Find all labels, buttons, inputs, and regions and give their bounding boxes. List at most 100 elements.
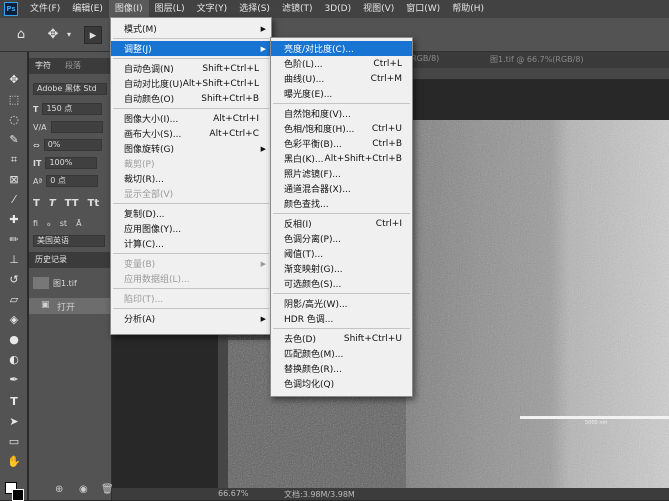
frame-tool-icon[interactable]: ⊠ — [5, 172, 23, 188]
shape-tool-icon[interactable]: ▭ — [5, 434, 23, 450]
all-caps-icon[interactable]: TT — [65, 198, 79, 209]
quick-select-tool-icon[interactable]: ✎ — [5, 132, 23, 148]
document-image[interactable] — [406, 120, 669, 488]
menu-item[interactable]: 渐变映射(G)... — [271, 261, 412, 276]
menu-item[interactable]: 自动颜色(O) Shift+Ctrl+B — [111, 91, 271, 106]
history-brush-icon[interactable]: ↺ — [5, 272, 23, 288]
menu-item[interactable]: 图像大小(I)... Alt+Ctrl+I — [111, 111, 271, 126]
menu-9[interactable]: 窗口(W) — [400, 0, 446, 18]
baseline-field[interactable]: 0 点 — [46, 175, 99, 187]
history-step-open[interactable]: ▣ 打开 — [29, 298, 112, 314]
menu-item[interactable]: 画布大小(S)... Alt+Ctrl+C — [111, 126, 271, 141]
kerning-field[interactable] — [50, 121, 103, 133]
history-snapshot-row[interactable]: 图1.tif — [33, 276, 77, 290]
move-tool-icon[interactable]: ✥ — [5, 72, 23, 88]
menu-item[interactable]: 自动对比度(U) Alt+Shift+Ctrl+L — [111, 76, 271, 91]
menu-item[interactable]: 模式(M) ▶ — [111, 21, 271, 36]
menu-item[interactable]: 通道混合器(X)... — [271, 181, 412, 196]
tab-character[interactable]: 字符 — [35, 60, 51, 71]
lasso-tool-icon[interactable]: ◌ — [5, 112, 23, 128]
ligature-icon[interactable]: fi — [33, 219, 38, 228]
menu-item[interactable]: 自然饱和度(V)... — [271, 106, 412, 121]
menu-1[interactable]: 编辑(E) — [66, 0, 109, 18]
menu-item[interactable]: 曝光度(E)... — [271, 86, 412, 101]
document-tab-2[interactable]: 图1.tif @ 66.7%(RGB/8) — [490, 54, 584, 65]
stylistic-icon[interactable]: st — [60, 219, 67, 228]
home-icon[interactable]: ⌂ — [12, 26, 30, 44]
menu-4[interactable]: 文字(Y) — [191, 0, 234, 18]
menu-separator — [273, 328, 410, 329]
menu-item[interactable]: 曲线(U)... Ctrl+M — [271, 71, 412, 86]
type-tool-icon[interactable]: T — [5, 394, 23, 410]
swash-icon[interactable]: ℴ — [47, 219, 51, 228]
menu-item[interactable]: 色阶(L)... Ctrl+L — [271, 56, 412, 71]
blur-tool-icon[interactable]: ● — [5, 332, 23, 348]
path-select-icon[interactable]: ➤ — [5, 414, 23, 430]
faux-italic-icon[interactable]: T — [49, 198, 56, 209]
hand-tool-icon[interactable]: ✋ — [5, 454, 23, 470]
auto-select-icon[interactable]: ▸ — [84, 26, 102, 44]
menu-2[interactable]: 图像(I) — [108, 0, 149, 18]
menu-10[interactable]: 帮助(H) — [446, 0, 490, 18]
menu-item[interactable]: 复制(D)... — [111, 206, 271, 221]
bucket-tool-icon[interactable]: ◈ — [5, 312, 23, 328]
vertical-scale-field[interactable]: 100% — [45, 157, 98, 169]
menu-item[interactable]: 黑白(K)... Alt+Shift+Ctrl+B — [271, 151, 412, 166]
menu-item[interactable]: 裁切(R)... — [111, 171, 271, 186]
menu-item[interactable]: 阈值(T)... — [271, 246, 412, 261]
menu-7[interactable]: 3D(D) — [318, 0, 357, 18]
new-snapshot-icon[interactable]: ⊕ — [55, 484, 63, 495]
menu-item[interactable]: 去色(D) Shift+Ctrl+U — [271, 331, 412, 346]
menu-item[interactable]: 阴影/高光(W)... — [271, 296, 412, 311]
font-size-field[interactable]: 150 点 — [42, 103, 103, 115]
menu-item-label: 亮度/对比度(C)... — [284, 45, 354, 55]
menu-item[interactable]: 应用图像(Y)... — [111, 221, 271, 236]
menu-5[interactable]: 选择(S) — [233, 0, 276, 18]
tracking-field[interactable]: 0% — [43, 139, 102, 151]
eyedropper-tool-icon[interactable]: ⁄ — [5, 192, 23, 208]
ordinal-icon[interactable]: Ā — [76, 219, 81, 228]
menu-item[interactable]: 替换颜色(R)... — [271, 361, 412, 376]
background-color-swatch[interactable] — [12, 489, 24, 501]
dodge-tool-icon[interactable]: ◐ — [5, 352, 23, 368]
healing-brush-icon[interactable]: ✚ — [5, 212, 23, 228]
menu-item[interactable]: 图像旋转(G) ▶ — [111, 141, 271, 156]
menu-item[interactable]: 亮度/对比度(C)... — [271, 41, 412, 56]
marquee-tool-icon[interactable]: ⬚ — [5, 92, 23, 108]
pen-tool-icon[interactable]: ✒ — [5, 372, 23, 388]
menu-item[interactable]: 计算(C)... — [111, 236, 271, 251]
font-family-field[interactable]: Adobe 黑体 Std — [33, 83, 107, 95]
menu-item[interactable]: HDR 色调... — [271, 311, 412, 326]
language-field[interactable]: 美国英语 — [33, 235, 105, 247]
menu-item[interactable]: 调整(J) ▶ — [111, 41, 271, 56]
menu-6[interactable]: 滤镜(T) — [276, 0, 319, 18]
menu-item[interactable]: 反相(I) Ctrl+I — [271, 216, 412, 231]
menu-item[interactable]: 色彩平衡(B)... Ctrl+B — [271, 136, 412, 151]
faux-bold-icon[interactable]: T — [33, 198, 40, 209]
menu-item[interactable]: 可选颜色(S)... — [271, 276, 412, 291]
menu-0[interactable]: 文件(F) — [24, 0, 66, 18]
menu-item[interactable]: 颜色查找... — [271, 196, 412, 211]
camera-icon[interactable]: ◉ — [79, 484, 88, 495]
menu-item-label: 图像大小(I)... — [124, 115, 179, 125]
eraser-tool-icon[interactable]: ▱ — [5, 292, 23, 308]
crop-tool-icon[interactable]: ⌗ — [5, 152, 23, 168]
menu-8[interactable]: 视图(V) — [357, 0, 400, 18]
menu-item[interactable]: 色调分离(P)... — [271, 231, 412, 246]
stamp-tool-icon[interactable]: ⊥ — [5, 252, 23, 268]
menu-item[interactable]: 色调均化(Q) — [271, 376, 412, 391]
chevron-down-icon[interactable]: ▾ — [60, 26, 78, 44]
zoom-level[interactable]: 66.67% — [218, 489, 249, 498]
tab-history[interactable]: 历史记录 — [35, 254, 67, 265]
history-step-icon: ▣ — [41, 300, 50, 310]
small-caps-icon[interactable]: Tt — [88, 198, 100, 209]
menu-item[interactable]: 分析(A) ▶ — [111, 311, 271, 326]
menu-item[interactable]: 匹配颜色(M)... — [271, 346, 412, 361]
baseline-row: Aª 0 点 — [33, 174, 99, 188]
brush-tool-icon[interactable]: ✏ — [5, 232, 23, 248]
menu-item[interactable]: 色相/饱和度(H)... Ctrl+U — [271, 121, 412, 136]
menu-item[interactable]: 自动色调(N) Shift+Ctrl+L — [111, 61, 271, 76]
tab-paragraph[interactable]: 段落 — [65, 60, 81, 71]
menu-item[interactable]: 照片滤镜(F)... — [271, 166, 412, 181]
menu-3[interactable]: 图层(L) — [149, 0, 191, 18]
